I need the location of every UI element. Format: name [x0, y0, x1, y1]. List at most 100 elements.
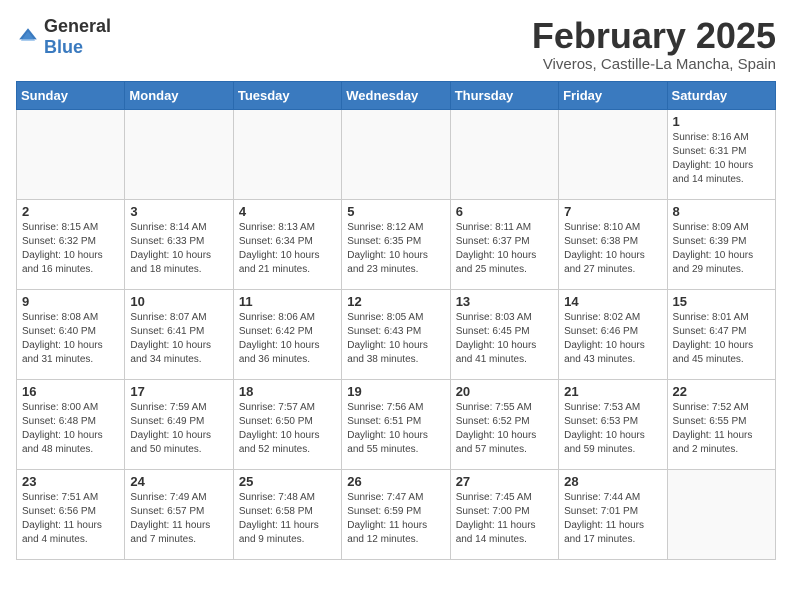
calendar-cell — [125, 109, 233, 199]
day-info: Sunrise: 8:11 AM Sunset: 6:37 PM Dayligh… — [456, 221, 553, 277]
day-number: 19 — [347, 384, 444, 399]
day-info: Sunrise: 8:08 AM Sunset: 6:40 PM Dayligh… — [22, 311, 119, 367]
weekday-thursday: Thursday — [450, 81, 558, 109]
day-info: Sunrise: 8:15 AM Sunset: 6:32 PM Dayligh… — [22, 221, 119, 277]
calendar-cell: 28 Sunrise: 7:44 AM Sunset: 7:01 PM Dayli… — [559, 469, 667, 559]
day-number: 10 — [130, 294, 227, 309]
logo-blue: Blue — [44, 37, 83, 57]
day-number: 8 — [673, 204, 770, 219]
day-info: Sunrise: 7:48 AM Sunset: 6:58 PM Dayligh… — [239, 491, 336, 547]
weekday-friday: Friday — [559, 81, 667, 109]
calendar-subtitle: Viveros, Castille-La Mancha, Spain — [532, 56, 776, 73]
calendar-table: SundayMondayTuesdayWednesdayThursdayFrid… — [16, 81, 776, 560]
week-row-1: 1 Sunrise: 8:16 AM Sunset: 6:31 PM Daylig… — [17, 109, 776, 199]
calendar-cell: 5 Sunrise: 8:12 AM Sunset: 6:35 PM Daylig… — [342, 199, 450, 289]
calendar-cell: 4 Sunrise: 8:13 AM Sunset: 6:34 PM Daylig… — [233, 199, 341, 289]
day-number: 12 — [347, 294, 444, 309]
day-info: Sunrise: 8:03 AM Sunset: 6:45 PM Dayligh… — [456, 311, 553, 367]
day-info: Sunrise: 8:13 AM Sunset: 6:34 PM Dayligh… — [239, 221, 336, 277]
day-number: 23 — [22, 474, 119, 489]
calendar-cell — [233, 109, 341, 199]
calendar-cell: 8Sunrise: 8:09 AM Sunset: 6:39 PM Daylig… — [667, 199, 775, 289]
calendar-cell: 6 Sunrise: 8:11 AM Sunset: 6:37 PM Daylig… — [450, 199, 558, 289]
day-info: Sunrise: 8:01 AM Sunset: 6:47 PM Dayligh… — [673, 311, 770, 367]
day-number: 16 — [22, 384, 119, 399]
day-number: 24 — [130, 474, 227, 489]
calendar-cell: 20Sunrise: 7:55 AM Sunset: 6:52 PM Dayli… — [450, 379, 558, 469]
weekday-saturday: Saturday — [667, 81, 775, 109]
day-number: 3 — [130, 204, 227, 219]
day-info: Sunrise: 8:10 AM Sunset: 6:38 PM Dayligh… — [564, 221, 661, 277]
day-info: Sunrise: 8:00 AM Sunset: 6:48 PM Dayligh… — [22, 401, 119, 457]
logo-general: General — [44, 16, 111, 36]
calendar-cell: 17 Sunrise: 7:59 AM Sunset: 6:49 PM Dayli… — [125, 379, 233, 469]
week-row-2: 2 Sunrise: 8:15 AM Sunset: 6:32 PM Daylig… — [17, 199, 776, 289]
calendar-cell — [17, 109, 125, 199]
day-number: 28 — [564, 474, 661, 489]
day-number: 15 — [673, 294, 770, 309]
calendar-cell: 12 Sunrise: 8:05 AM Sunset: 6:43 PM Dayli… — [342, 289, 450, 379]
calendar-cell: 13 Sunrise: 8:03 AM Sunset: 6:45 PM Dayli… — [450, 289, 558, 379]
day-info: Sunrise: 8:06 AM Sunset: 6:42 PM Dayligh… — [239, 311, 336, 367]
day-number: 17 — [130, 384, 227, 399]
calendar-cell: 11 Sunrise: 8:06 AM Sunset: 6:42 PM Dayli… — [233, 289, 341, 379]
calendar-cell: 21Sunrise: 7:53 AM Sunset: 6:53 PM Dayli… — [559, 379, 667, 469]
day-number: 11 — [239, 294, 336, 309]
calendar-cell: 15 Sunrise: 8:01 AM Sunset: 6:47 PM Dayli… — [667, 289, 775, 379]
calendar-header: SundayMondayTuesdayWednesdayThursdayFrid… — [17, 81, 776, 109]
day-info: Sunrise: 7:49 AM Sunset: 6:57 PM Dayligh… — [130, 491, 227, 547]
day-number: 14 — [564, 294, 661, 309]
week-row-4: 16 Sunrise: 8:00 AM Sunset: 6:48 PM Dayli… — [17, 379, 776, 469]
calendar-cell: 1 Sunrise: 8:16 AM Sunset: 6:31 PM Daylig… — [667, 109, 775, 199]
calendar-cell: 7 Sunrise: 8:10 AM Sunset: 6:38 PM Daylig… — [559, 199, 667, 289]
day-number: 9 — [22, 294, 119, 309]
logo-icon — [16, 25, 40, 49]
day-info: Sunrise: 7:56 AM Sunset: 6:51 PM Dayligh… — [347, 401, 444, 457]
title-area: February 2025 Viveros, Castille-La Manch… — [532, 16, 776, 73]
day-number: 18 — [239, 384, 336, 399]
calendar-cell: 10 Sunrise: 8:07 AM Sunset: 6:41 PM Dayli… — [125, 289, 233, 379]
calendar-cell — [667, 469, 775, 559]
calendar-body: 1 Sunrise: 8:16 AM Sunset: 6:31 PM Daylig… — [17, 109, 776, 559]
day-number: 13 — [456, 294, 553, 309]
page-header: General Blue February 2025 Viveros, Cast… — [16, 16, 776, 73]
day-info: Sunrise: 8:05 AM Sunset: 6:43 PM Dayligh… — [347, 311, 444, 367]
day-number: 2 — [22, 204, 119, 219]
day-info: Sunrise: 7:52 AM Sunset: 6:55 PM Dayligh… — [673, 401, 770, 457]
calendar-cell: 23Sunrise: 7:51 AM Sunset: 6:56 PM Dayli… — [17, 469, 125, 559]
calendar-cell: 18 Sunrise: 7:57 AM Sunset: 6:50 PM Dayli… — [233, 379, 341, 469]
day-number: 25 — [239, 474, 336, 489]
day-info: Sunrise: 8:16 AM Sunset: 6:31 PM Dayligh… — [673, 131, 770, 187]
calendar-cell: 2 Sunrise: 8:15 AM Sunset: 6:32 PM Daylig… — [17, 199, 125, 289]
calendar-cell — [342, 109, 450, 199]
day-number: 20 — [456, 384, 553, 399]
calendar-cell: 16 Sunrise: 8:00 AM Sunset: 6:48 PM Dayli… — [17, 379, 125, 469]
day-number: 7 — [564, 204, 661, 219]
day-number: 4 — [239, 204, 336, 219]
calendar-title: February 2025 — [532, 16, 776, 56]
calendar-cell — [559, 109, 667, 199]
day-info: Sunrise: 8:07 AM Sunset: 6:41 PM Dayligh… — [130, 311, 227, 367]
calendar-cell: 14 Sunrise: 8:02 AM Sunset: 6:46 PM Dayli… — [559, 289, 667, 379]
week-row-5: 23Sunrise: 7:51 AM Sunset: 6:56 PM Dayli… — [17, 469, 776, 559]
week-row-3: 9 Sunrise: 8:08 AM Sunset: 6:40 PM Daylig… — [17, 289, 776, 379]
calendar-cell: 22Sunrise: 7:52 AM Sunset: 6:55 PM Dayli… — [667, 379, 775, 469]
weekday-sunday: Sunday — [17, 81, 125, 109]
logo: General Blue — [16, 16, 111, 58]
day-number: 1 — [673, 114, 770, 129]
day-info: Sunrise: 8:02 AM Sunset: 6:46 PM Dayligh… — [564, 311, 661, 367]
weekday-wednesday: Wednesday — [342, 81, 450, 109]
calendar-cell: 24 Sunrise: 7:49 AM Sunset: 6:57 PM Dayli… — [125, 469, 233, 559]
day-info: Sunrise: 7:44 AM Sunset: 7:01 PM Dayligh… — [564, 491, 661, 547]
day-number: 5 — [347, 204, 444, 219]
day-number: 6 — [456, 204, 553, 219]
calendar-cell: 25 Sunrise: 7:48 AM Sunset: 6:58 PM Dayli… — [233, 469, 341, 559]
weekday-header-row: SundayMondayTuesdayWednesdayThursdayFrid… — [17, 81, 776, 109]
weekday-tuesday: Tuesday — [233, 81, 341, 109]
day-info: Sunrise: 8:12 AM Sunset: 6:35 PM Dayligh… — [347, 221, 444, 277]
day-info: Sunrise: 7:59 AM Sunset: 6:49 PM Dayligh… — [130, 401, 227, 457]
calendar-cell: 26Sunrise: 7:47 AM Sunset: 6:59 PM Dayli… — [342, 469, 450, 559]
day-info: Sunrise: 7:47 AM Sunset: 6:59 PM Dayligh… — [347, 491, 444, 547]
day-number: 21 — [564, 384, 661, 399]
day-info: Sunrise: 7:57 AM Sunset: 6:50 PM Dayligh… — [239, 401, 336, 457]
